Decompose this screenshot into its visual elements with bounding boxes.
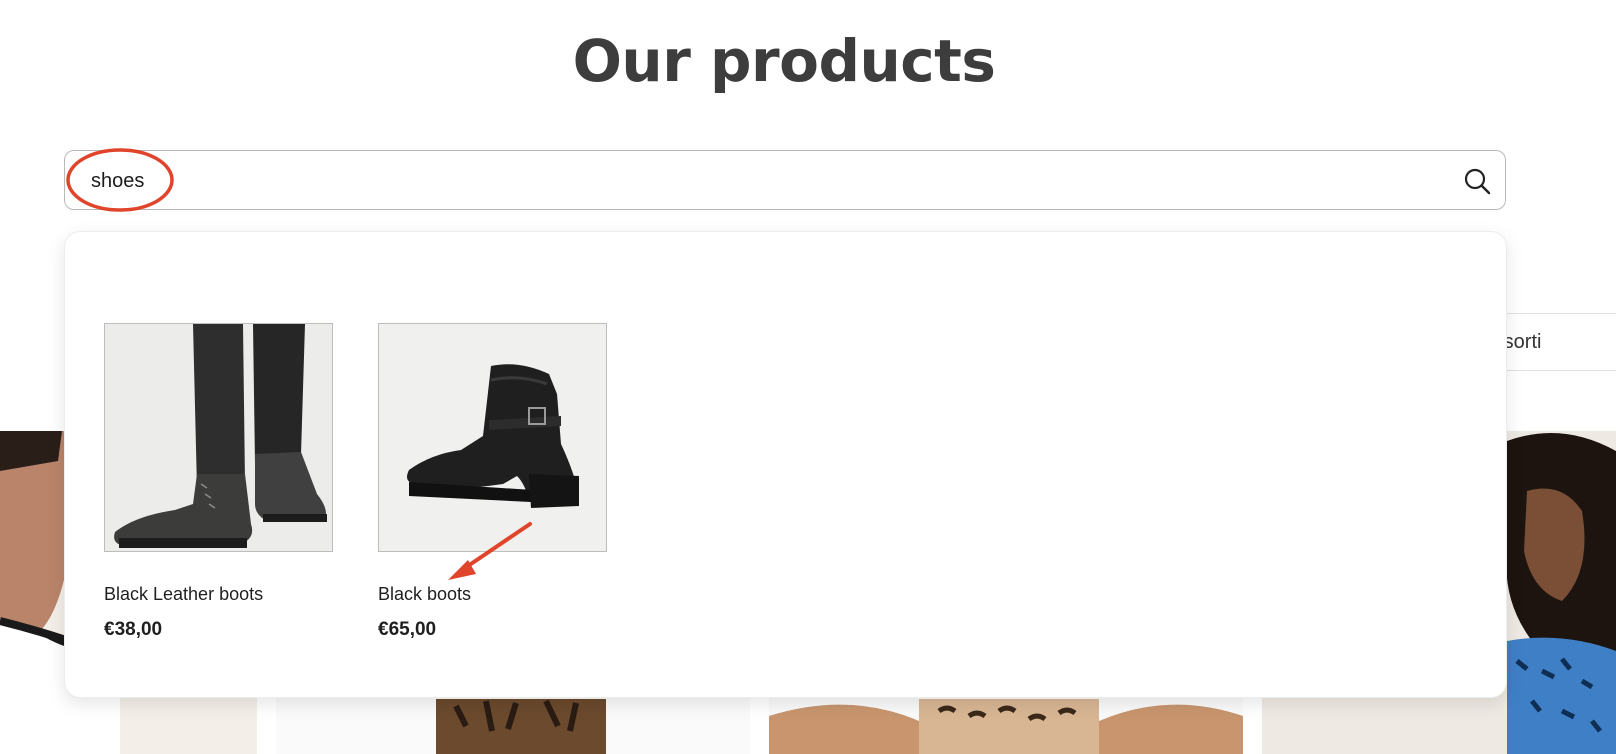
leather-boots-photo (105, 324, 332, 551)
product-price: €65,00 (378, 619, 437, 640)
search-input[interactable] (91, 161, 1431, 201)
page-title: Our products (572, 27, 996, 95)
product-name[interactable]: Black Leather boots (104, 584, 333, 605)
product-price: €38,00 (104, 619, 163, 640)
product-name[interactable]: Black boots (378, 584, 607, 605)
search-result-item[interactable]: Black Leather boots €38,00 (104, 323, 333, 641)
search-result-item[interactable]: Black boots €65,00 (378, 323, 607, 641)
search-icon[interactable] (1463, 167, 1491, 195)
product-image[interactable] (104, 323, 333, 552)
search-bar (64, 150, 1506, 210)
search-results-panel: Black Leather boots €38,00 Black boots €… (64, 231, 1507, 698)
page: Our products ult sorti shoes Black Leath… (0, 0, 1616, 754)
ankle-boots-photo (379, 324, 606, 551)
product-image[interactable] (378, 323, 607, 552)
